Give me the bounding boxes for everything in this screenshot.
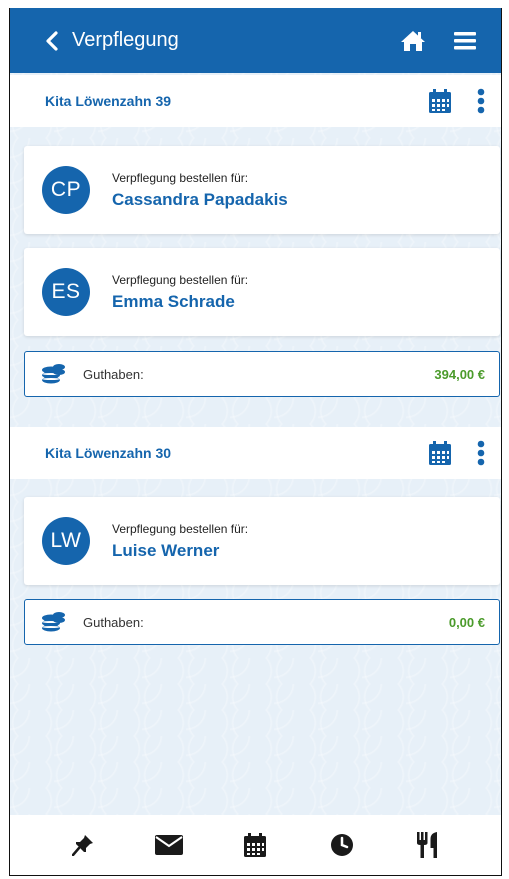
calendar-icon [244,833,267,857]
balance-value: 0,00 € [448,614,485,630]
chevron-left-icon [46,30,58,51]
facility-header: Kita Löwenzahn 39 [10,75,501,127]
more-options-button[interactable] [473,438,489,468]
child-card[interactable]: CP Verpflegung bestellen für: Cassandra … [24,146,500,234]
order-for-label: Verpflegung bestellen für: [112,521,249,536]
child-name: Emma Schrade [112,291,235,311]
facility-title: Kita Löwenzahn 30 [45,445,172,461]
back-button[interactable] [38,26,66,56]
menu-button[interactable] [451,25,479,57]
avatar: ES [42,268,90,316]
clock-icon [330,834,353,856]
avatar: LW [42,517,90,565]
facility-title: Kita Löwenzahn 39 [45,93,172,109]
tab-meals[interactable] [408,825,448,865]
calendar-icon [429,89,451,113]
calendar-button[interactable] [427,440,453,466]
tab-pinboard[interactable] [63,825,103,865]
bottom-tab-bar [10,815,501,875]
app-header: Verpflegung [10,8,501,73]
page-title: Verpflegung [72,29,179,51]
calendar-icon [429,441,451,465]
app-frame: Verpflegung Kita Löwenzahn 39 CP Verpfle… [9,8,502,876]
vertical-dots-icon [477,440,485,466]
pin-icon [72,835,94,856]
tab-calendar[interactable] [235,825,275,865]
coins-icon [41,609,67,635]
tab-messages[interactable] [149,825,189,865]
balance-box[interactable]: Guthaben: 394,00 € [24,351,500,397]
child-name: Luise Werner [112,540,220,560]
balance-value: 394,00 € [434,366,485,382]
order-for-label: Verpflegung bestellen für: [112,170,249,185]
order-for-label: Verpflegung bestellen für: [112,272,249,287]
coins-icon [41,361,67,387]
balance-box[interactable]: Guthaben: 0,00 € [24,599,500,645]
mail-icon [155,835,184,855]
home-button[interactable] [397,25,429,57]
calendar-button[interactable] [427,88,453,114]
child-card[interactable]: ES Verpflegung bestellen für: Emma Schra… [24,248,500,336]
tab-times[interactable] [322,825,362,865]
hamburger-icon [454,31,476,49]
avatar: CP [42,166,90,214]
balance-label: Guthaben: [83,614,144,630]
more-options-button[interactable] [473,86,489,116]
cutlery-icon [416,832,437,858]
child-card[interactable]: LW Verpflegung bestellen für: Luise Wern… [24,497,500,585]
balance-label: Guthaben: [83,366,144,382]
home-icon [401,30,425,51]
vertical-dots-icon [477,88,485,114]
child-name: Cassandra Papadakis [112,189,288,209]
facility-header: Kita Löwenzahn 30 [10,427,501,479]
